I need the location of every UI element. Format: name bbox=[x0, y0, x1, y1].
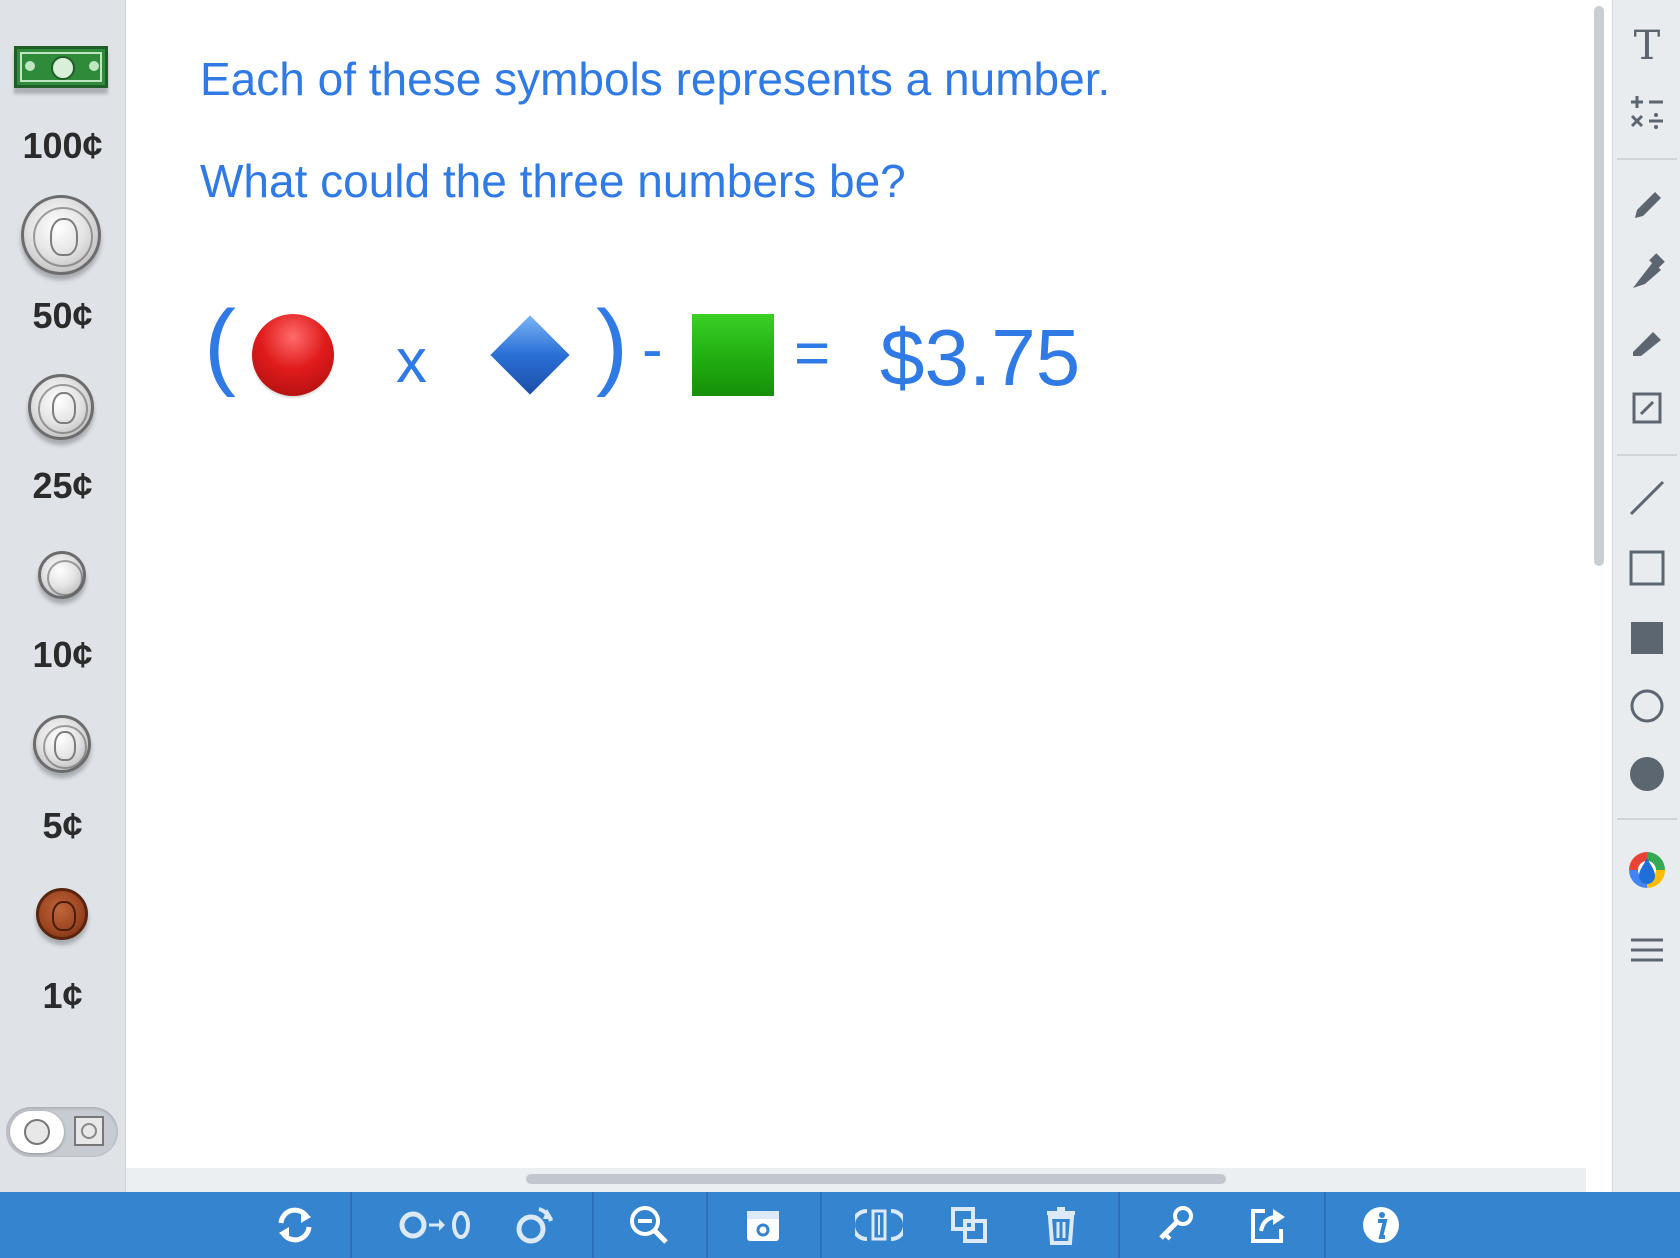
flip-coin-icon[interactable] bbox=[392, 1192, 482, 1258]
bottom-divider bbox=[592, 1192, 594, 1258]
key-icon[interactable] bbox=[1140, 1192, 1210, 1258]
rectangle-outline-icon[interactable] bbox=[1613, 540, 1680, 596]
rectangle-filled-icon[interactable] bbox=[1613, 610, 1680, 666]
red-circle-symbol[interactable] bbox=[252, 314, 334, 396]
horizontal-scrollbar[interactable] bbox=[126, 1168, 1586, 1192]
marker-icon[interactable] bbox=[1613, 244, 1680, 300]
trash-icon[interactable] bbox=[1026, 1192, 1096, 1258]
note-icon[interactable] bbox=[1613, 380, 1680, 436]
dime-coin-icon[interactable] bbox=[38, 551, 86, 599]
swap-icon[interactable] bbox=[844, 1192, 914, 1258]
share-icon[interactable] bbox=[1232, 1192, 1302, 1258]
money-label-1: 1¢ bbox=[42, 975, 83, 1016]
highlighter-icon[interactable] bbox=[1613, 312, 1680, 368]
workspace-canvas[interactable]: Each of these symbols represents a numbe… bbox=[126, 0, 1586, 1168]
equation-result: $3.75 bbox=[880, 313, 1081, 402]
math-symbols-icon[interactable] bbox=[1613, 84, 1680, 140]
bottom-toolbar bbox=[0, 1192, 1680, 1258]
zoom-out-icon[interactable] bbox=[614, 1192, 684, 1258]
dollar-bill-icon[interactable] bbox=[14, 46, 108, 88]
pen-icon[interactable] bbox=[1613, 176, 1680, 232]
penny-coin-icon[interactable] bbox=[36, 888, 88, 940]
bottom-divider bbox=[350, 1192, 352, 1258]
info-icon[interactable] bbox=[1346, 1192, 1416, 1258]
money-label-10: 10¢ bbox=[32, 634, 93, 675]
green-square-symbol[interactable] bbox=[692, 314, 774, 396]
nickel-coin-icon[interactable] bbox=[33, 715, 91, 773]
color-picker-icon[interactable] bbox=[1613, 842, 1680, 898]
text-tool-icon[interactable]: T bbox=[1613, 18, 1680, 74]
rotate-icon[interactable] bbox=[500, 1192, 570, 1258]
line-icon[interactable] bbox=[1613, 470, 1680, 526]
coin-back-icon[interactable] bbox=[74, 1116, 104, 1146]
toolbar-divider bbox=[1617, 158, 1677, 160]
coin-side-toggle[interactable] bbox=[6, 1107, 118, 1157]
toolbar-divider bbox=[1617, 818, 1677, 820]
right-toolbar: T bbox=[1612, 0, 1680, 1192]
duplicate-icon[interactable] bbox=[934, 1192, 1004, 1258]
bottom-divider bbox=[1118, 1192, 1120, 1258]
half-dollar-coin-icon[interactable] bbox=[21, 195, 101, 275]
quarter-coin-icon[interactable] bbox=[28, 374, 94, 440]
toolbar-divider bbox=[1617, 454, 1677, 456]
bottom-divider bbox=[820, 1192, 822, 1258]
money-label-50: 50¢ bbox=[32, 295, 93, 336]
equation-close-paren: ) bbox=[596, 291, 628, 398]
equation-minus: - bbox=[642, 315, 663, 384]
reset-icon[interactable] bbox=[260, 1192, 330, 1258]
piggy-bank-icon[interactable] bbox=[728, 1192, 798, 1258]
money-label-5: 5¢ bbox=[42, 805, 83, 846]
bottom-divider bbox=[706, 1192, 708, 1258]
equation-equals: = bbox=[794, 319, 831, 388]
horizontal-scroll-thumb[interactable] bbox=[526, 1174, 1226, 1184]
money-panel: 100¢ 50¢ 25¢ 10¢ 5¢ 1¢ bbox=[0, 0, 126, 1192]
circle-filled-icon[interactable] bbox=[1613, 746, 1680, 802]
prompt-line-2: What could the three numbers be? bbox=[200, 155, 906, 207]
vertical-scroll-thumb[interactable] bbox=[1594, 6, 1604, 566]
coin-front-icon[interactable] bbox=[10, 1111, 64, 1153]
equation-open-paren: ( bbox=[204, 291, 236, 398]
money-label-25: 25¢ bbox=[32, 465, 93, 506]
menu-icon[interactable] bbox=[1613, 922, 1680, 978]
circle-outline-icon[interactable] bbox=[1613, 678, 1680, 734]
money-label-100: 100¢ bbox=[22, 125, 103, 166]
blue-diamond-symbol[interactable] bbox=[490, 315, 570, 395]
bottom-divider bbox=[1324, 1192, 1326, 1258]
prompt-line-1: Each of these symbols represents a numbe… bbox=[200, 53, 1111, 105]
equation-times: x bbox=[396, 327, 427, 396]
